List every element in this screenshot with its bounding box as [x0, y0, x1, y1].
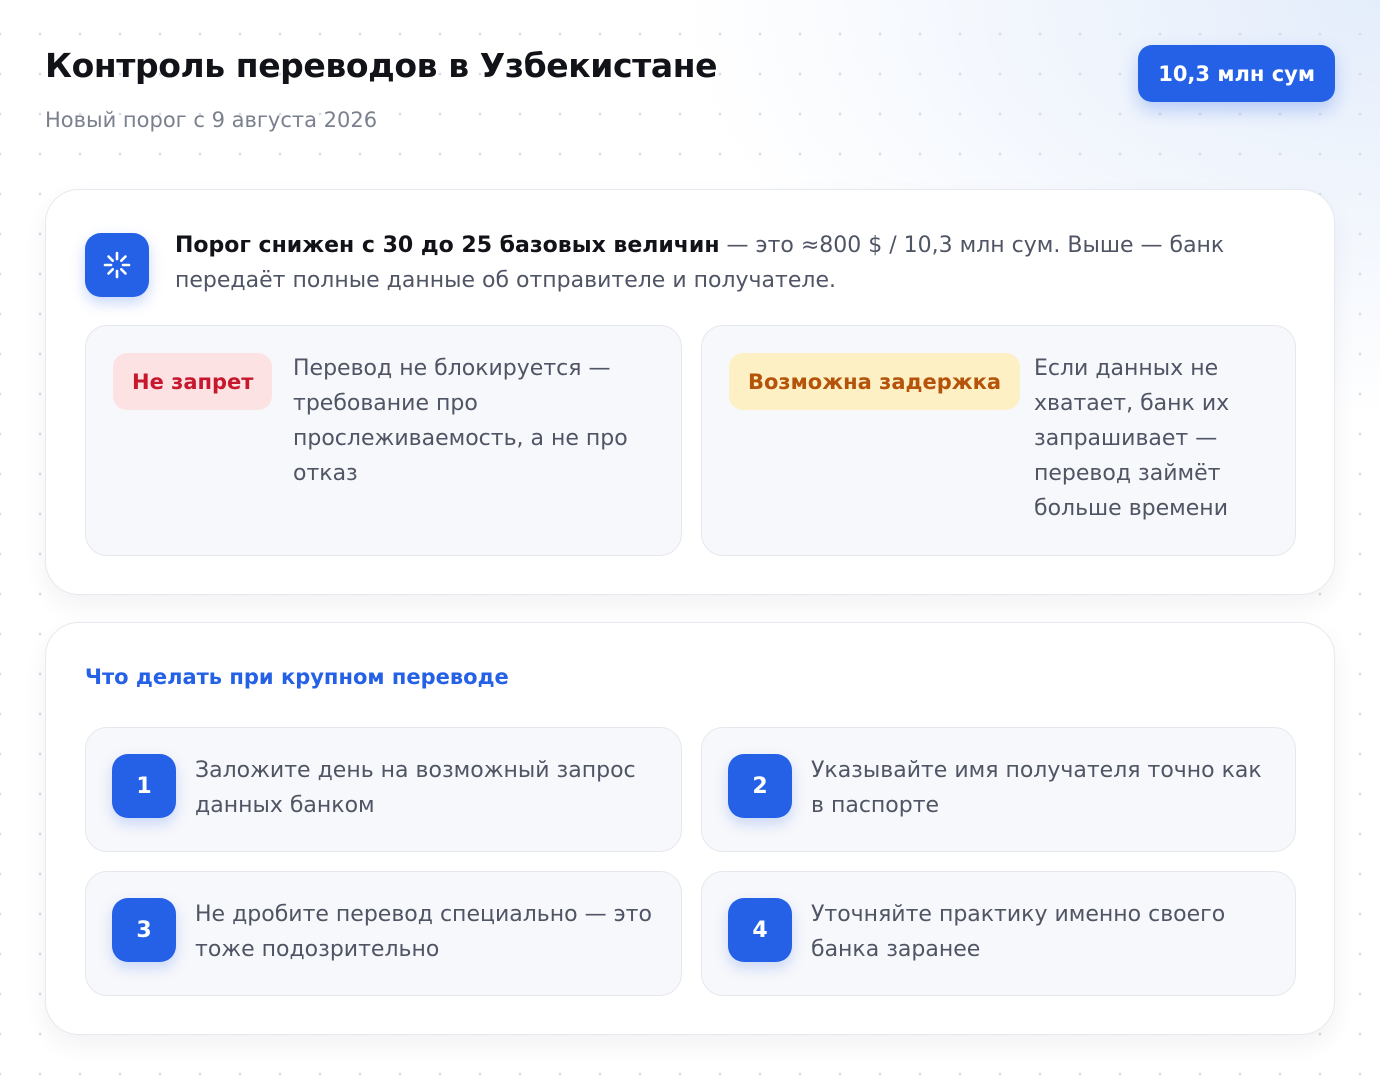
step-number-badge: 4	[728, 898, 792, 962]
not-ban-tag: Не запрет	[113, 353, 273, 410]
steps-section-title: Что делать при крупном переводе	[85, 665, 509, 689]
threshold-description: Порог снижен с 30 до 25 базовых величин …	[175, 228, 1255, 298]
not-ban-text: Перевод не блокируется — требование про …	[293, 356, 628, 486]
delay-tag: Возможна задержка	[729, 353, 1021, 410]
step-item: 3 Не дробите перевод специально — это то…	[85, 871, 682, 996]
page-subtitle: Новый порог с 9 августа 2026	[45, 108, 378, 132]
threshold-description-bold: Порог снижен с 30 до 25 базовых величин	[175, 233, 720, 258]
spinner-icon	[85, 233, 149, 297]
steps-card: Что делать при крупном переводе 1 Заложи…	[45, 622, 1335, 1035]
note-card-not-ban: Не запрет Перевод не блокируется — требо…	[85, 325, 682, 556]
step-number-badge: 3	[112, 898, 176, 962]
step-number-badge: 1	[112, 754, 176, 818]
spinner-icon-svg	[103, 251, 131, 279]
step-number-badge: 2	[728, 754, 792, 818]
page-title: Контроль переводов в Узбекистане	[45, 46, 718, 85]
note-card-delay: Возможна задержка Если данных не хватает…	[701, 325, 1296, 556]
step-item: 4 Уточняйте практику именно своего банка…	[701, 871, 1296, 996]
threshold-amount-badge: 10,3 млн сум	[1138, 45, 1335, 102]
step-item: 1 Заложите день на возможный запрос данн…	[85, 727, 682, 852]
page-header: Контроль переводов в Узбекистане Новый п…	[45, 40, 1335, 150]
step-item: 2 Указывайте имя получателя точно как в …	[701, 727, 1296, 852]
step-text: Не дробите перевод специально — это тоже…	[195, 902, 652, 962]
step-text: Указывайте имя получателя точно как в па…	[811, 758, 1262, 818]
delay-text: Если данных не хватает, банк их запрашив…	[1034, 356, 1230, 521]
step-text: Уточняйте практику именно своего банка з…	[811, 902, 1226, 962]
threshold-info-card: Порог снижен с 30 до 25 базовых величин …	[45, 189, 1335, 595]
step-text: Заложите день на возможный запрос данных…	[195, 758, 636, 818]
